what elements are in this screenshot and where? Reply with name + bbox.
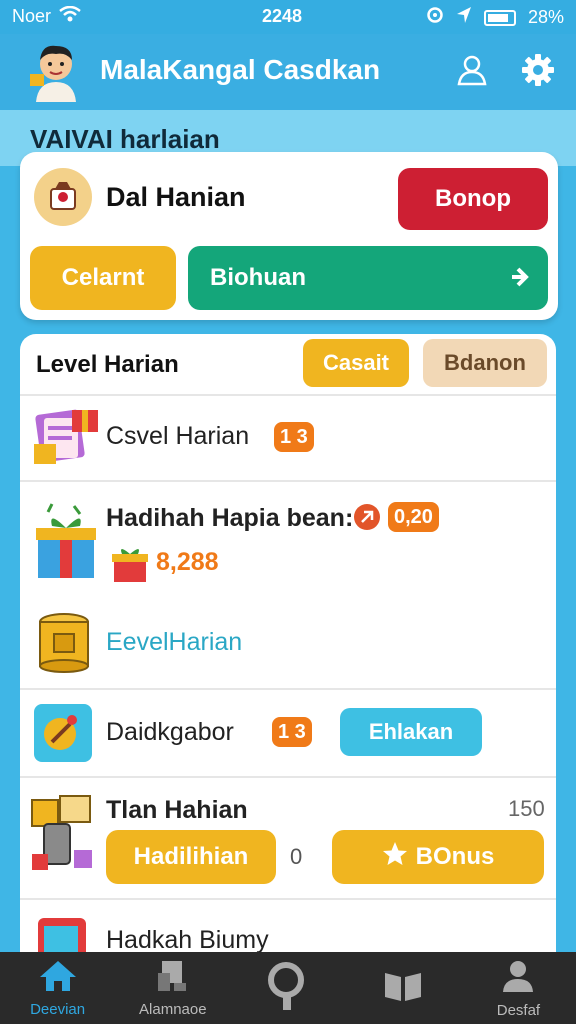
row1-badge: 1 3 bbox=[274, 422, 314, 452]
daily-title: Dal Hanian bbox=[106, 182, 246, 212]
dice-cards-icon bbox=[30, 794, 96, 883]
nav-profile-label: Desfaf bbox=[496, 1001, 541, 1019]
row5-count: 150 bbox=[508, 796, 545, 821]
daily-red-button[interactable]: Bonop bbox=[398, 168, 548, 230]
row5-yellow-button[interactable]: Hadilihian bbox=[106, 830, 276, 884]
row2-amount: 8,288 bbox=[156, 548, 219, 576]
search-icon bbox=[266, 960, 310, 1016]
carrier-area: Noer bbox=[12, 5, 81, 27]
map-card-icon bbox=[32, 702, 94, 769]
nav-home-label: Deevian bbox=[30, 1000, 86, 1018]
carrier-name: Noer bbox=[12, 6, 52, 26]
row5-zero: 0 bbox=[290, 844, 303, 869]
list-item-daily-game[interactable]: Daidkgabor 1 3 Ehlakan bbox=[20, 688, 556, 776]
list-header-tan-button[interactable]: Bdanon bbox=[423, 339, 547, 387]
chart-icon bbox=[156, 959, 190, 997]
user-icon bbox=[455, 53, 489, 92]
gift-box-icon bbox=[34, 502, 98, 587]
row4-badge: 1 3 bbox=[272, 717, 312, 747]
status-bar: Noer 2248 28% bbox=[0, 0, 576, 34]
bonus-button[interactable]: BOnus bbox=[332, 830, 544, 884]
book-icon bbox=[383, 969, 423, 1007]
gear-icon bbox=[521, 53, 555, 92]
list-header-title: Level Harian bbox=[36, 351, 179, 378]
list-item-level[interactable]: Csvel Harian 1 3 bbox=[20, 394, 556, 480]
settings-button[interactable] bbox=[518, 52, 558, 92]
daily-green-label: Biohuan bbox=[210, 264, 306, 291]
avatar[interactable] bbox=[26, 40, 86, 102]
list-header: Level Harian Casait Bdanon bbox=[20, 334, 556, 396]
star-icon bbox=[382, 841, 408, 874]
nav-home[interactable]: Deevian bbox=[0, 952, 115, 1024]
list-item-level-alt[interactable]: EevelHarian bbox=[20, 586, 556, 688]
status-right: 28% bbox=[426, 6, 564, 29]
home-icon bbox=[38, 959, 78, 997]
person-icon bbox=[500, 958, 536, 998]
gift-document-icon bbox=[32, 404, 102, 475]
small-gift-icon bbox=[108, 544, 152, 589]
daily-yellow-button[interactable]: Celarnt bbox=[30, 246, 176, 310]
coin-icon bbox=[352, 502, 382, 537]
daily-icon bbox=[34, 168, 92, 226]
location-icon bbox=[456, 6, 472, 29]
bonus-label: BOnus bbox=[415, 843, 495, 870]
list-item-bonus[interactable]: Tlan Hahian 150 Hadilihian 0 BOnus bbox=[20, 776, 556, 898]
nav-search[interactable] bbox=[230, 952, 345, 1024]
nav-stats-label: Alamnaoe bbox=[139, 1000, 207, 1018]
app-title: MalaKangal Casdkan bbox=[100, 54, 381, 85]
sync-icon bbox=[426, 6, 444, 29]
nav-profile[interactable]: Desfaf bbox=[461, 952, 576, 1024]
wifi-icon bbox=[59, 5, 81, 27]
app-header: MalaKangal Casdkan bbox=[0, 34, 576, 110]
treasure-barrel-icon bbox=[36, 612, 92, 679]
list-header-orange-button[interactable]: Casait bbox=[303, 339, 409, 387]
profile-button[interactable] bbox=[452, 52, 492, 92]
nav-library[interactable] bbox=[346, 952, 461, 1024]
level-list-card: Level Harian Casait Bdanon Csvel Harian … bbox=[20, 334, 556, 974]
bottom-nav: Deevian Alamnaoe Desfaf bbox=[0, 952, 576, 1024]
daily-green-button[interactable]: Biohuan bbox=[188, 246, 548, 310]
chevron-right-icon bbox=[508, 264, 530, 297]
row4-action-button[interactable]: Ehlakan bbox=[340, 708, 482, 756]
row4-text: Daidkgabor bbox=[106, 718, 234, 746]
row2-badge: 0,20 bbox=[388, 502, 439, 532]
battery-percent: 28% bbox=[527, 7, 564, 27]
row2-text: Hadihah Hapia bean: bbox=[106, 504, 354, 532]
row6-text: Hadkah Biumy bbox=[106, 926, 269, 954]
nav-stats[interactable]: Alamnaoe bbox=[115, 952, 230, 1024]
status-time: 2248 bbox=[262, 6, 303, 26]
banner-title: VAIVAI harlaian bbox=[30, 124, 220, 154]
row1-text: Csvel Harian bbox=[106, 422, 250, 450]
row3-text: EevelHarian bbox=[106, 628, 243, 656]
row5-text: Tlan Hahian bbox=[106, 796, 248, 824]
battery-icon bbox=[483, 9, 516, 26]
daily-card: Dal Hanian Bonop Celarnt Biohuan bbox=[20, 152, 558, 320]
